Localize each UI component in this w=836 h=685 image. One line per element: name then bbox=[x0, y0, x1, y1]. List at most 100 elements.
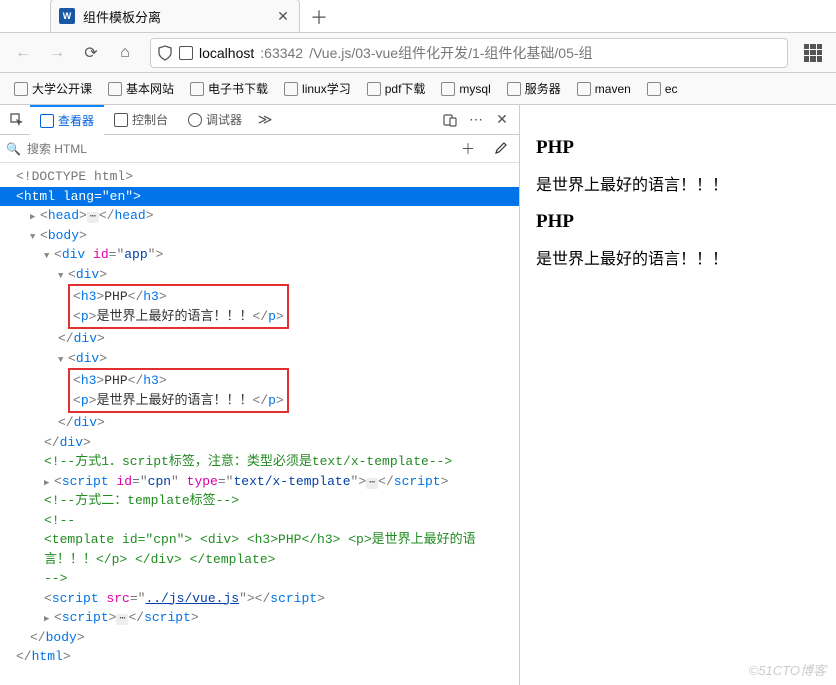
reload-button[interactable]: ⟳ bbox=[76, 38, 106, 68]
bookmark-item[interactable]: ec bbox=[641, 80, 684, 98]
devtools-search-bar: 🔍 ＋ bbox=[0, 135, 519, 163]
devtools-close-icon[interactable]: ✕ bbox=[489, 107, 515, 133]
tab-favicon-icon: W bbox=[59, 8, 75, 24]
bookmark-item[interactable]: 服务器 bbox=[501, 78, 567, 99]
home-button[interactable]: ⌂ bbox=[110, 38, 140, 68]
dom-node-script[interactable]: ▶<script>⋯</script> bbox=[0, 608, 519, 628]
browser-navbar: ← → ⟳ ⌂ localhost :63342/Vue.js/03-vue组件化… bbox=[0, 33, 836, 73]
tab-inspector-label: 查看器 bbox=[58, 112, 94, 129]
ellipsis-icon[interactable]: ⋯ bbox=[366, 478, 378, 489]
dom-node-head[interactable]: ▶<head>⋯</head> bbox=[0, 206, 519, 226]
preview-paragraph-1: 是世界上最好的语言！！！ bbox=[536, 171, 820, 195]
eyedropper-icon[interactable] bbox=[487, 136, 513, 162]
page-preview: PHP 是世界上最好的语言！！！ PHP 是世界上最好的语言！！！ bbox=[520, 105, 836, 685]
forward-button[interactable]: → bbox=[42, 38, 72, 68]
overflow-icon[interactable]: ≫ bbox=[252, 107, 278, 133]
new-tab-button[interactable]: ＋ bbox=[304, 2, 334, 32]
comment-tpl-1: <template id="cpn"> <div> <h3>PHP</h3> <… bbox=[44, 532, 476, 547]
comment-2: <!--方式二：template标签--> bbox=[44, 493, 239, 508]
search-icon: 🔍 bbox=[6, 142, 21, 156]
tab-debugger-label: 调试器 bbox=[206, 111, 242, 128]
folder-icon bbox=[647, 82, 661, 96]
add-node-icon[interactable]: ＋ bbox=[455, 136, 481, 162]
bookmark-label: maven bbox=[595, 82, 631, 96]
dom-node-app[interactable]: ▼<div id="app"> bbox=[0, 245, 519, 265]
bookmark-item[interactable]: pdf下载 bbox=[361, 78, 432, 99]
url-port: :63342 bbox=[260, 45, 303, 61]
close-icon[interactable]: ✕ bbox=[275, 8, 291, 24]
comment-tpl-2: 言！！！</p> </div> </template> bbox=[44, 552, 275, 567]
folder-icon bbox=[284, 82, 298, 96]
qr-icon[interactable] bbox=[798, 38, 828, 68]
tab-console-label: 控制台 bbox=[132, 111, 168, 128]
shield-icon[interactable] bbox=[157, 45, 173, 61]
dom-highlighted-2[interactable]: <h3>PHP</h3><p>是世界上最好的语言！！！</p> bbox=[0, 368, 519, 413]
bookmark-item[interactable]: 大学公开课 bbox=[8, 78, 98, 99]
dom-node-script-vue[interactable]: <script src="../js/vue.js"></script> bbox=[0, 589, 519, 609]
dom-node-html[interactable]: <html lang="en"> bbox=[0, 187, 519, 207]
preview-heading-1: PHP bbox=[536, 137, 820, 159]
folder-icon bbox=[108, 82, 122, 96]
folder-icon bbox=[367, 82, 381, 96]
ellipsis-icon[interactable]: ⋯ bbox=[116, 614, 128, 625]
dom-node-div2[interactable]: ▼<div> bbox=[0, 349, 519, 369]
bookmark-label: 电子书下载 bbox=[208, 80, 268, 97]
bookmarks-bar: 大学公开课 基本网站 电子书下载 linux学习 pdf下载 mysql 服务器 maven e… bbox=[0, 73, 836, 105]
dom-node-html-close[interactable]: </html> bbox=[0, 647, 519, 667]
twisty-icon[interactable]: ▼ bbox=[44, 250, 54, 264]
dom-node-body[interactable]: ▼<body> bbox=[0, 226, 519, 246]
lock-icon[interactable] bbox=[179, 46, 193, 60]
bookmark-label: mysql bbox=[459, 82, 490, 96]
back-button[interactable]: ← bbox=[8, 38, 38, 68]
bookmark-label: 基本网站 bbox=[126, 80, 174, 97]
dom-node-div2-close[interactable]: </div> bbox=[0, 413, 519, 433]
folder-icon bbox=[507, 82, 521, 96]
folder-icon bbox=[577, 82, 591, 96]
comment-open: <!-- bbox=[44, 513, 75, 528]
tab-title: 组件模板分离 bbox=[83, 7, 267, 26]
debugger-icon bbox=[188, 113, 202, 127]
doctype: <!DOCTYPE html> bbox=[16, 169, 133, 184]
url-bar[interactable]: localhost :63342/Vue.js/03-vue组件化开发/1-组件化… bbox=[150, 38, 788, 68]
bookmark-item[interactable]: linux学习 bbox=[278, 78, 357, 99]
responsive-icon[interactable] bbox=[437, 107, 463, 133]
bookmark-item[interactable]: 基本网站 bbox=[102, 78, 180, 99]
dom-node-app-close[interactable]: </div> bbox=[0, 433, 519, 453]
dom-node-div-close[interactable]: </div> bbox=[0, 329, 519, 349]
watermark: ©51CTO博客 bbox=[749, 660, 826, 679]
bookmark-label: linux学习 bbox=[302, 80, 351, 97]
twisty-icon[interactable]: ▼ bbox=[30, 231, 40, 245]
bookmark-label: 服务器 bbox=[525, 80, 561, 97]
browser-tab-strip: W 组件模板分离 ✕ ＋ bbox=[0, 0, 836, 33]
bookmark-label: ec bbox=[665, 82, 678, 96]
dom-node-body-close[interactable]: </body> bbox=[0, 628, 519, 648]
twisty-icon[interactable]: ▶ bbox=[44, 613, 54, 627]
comment-close: --> bbox=[44, 571, 67, 586]
dom-node-div[interactable]: ▼<div> bbox=[0, 265, 519, 285]
tab-console[interactable]: 控制台 bbox=[104, 105, 178, 135]
twisty-icon[interactable]: ▶ bbox=[44, 477, 54, 491]
url-host: localhost bbox=[199, 45, 254, 61]
bookmark-item[interactable]: maven bbox=[571, 80, 637, 98]
inspector-icon bbox=[40, 114, 54, 128]
twisty-icon[interactable]: ▼ bbox=[58, 354, 68, 368]
folder-icon bbox=[190, 82, 204, 96]
browser-tab[interactable]: W 组件模板分离 ✕ bbox=[50, 0, 300, 32]
bookmark-label: pdf下载 bbox=[385, 80, 426, 97]
folder-icon bbox=[14, 82, 28, 96]
bookmark-item[interactable]: 电子书下载 bbox=[184, 78, 274, 99]
kebab-icon[interactable]: ⋯ bbox=[463, 107, 489, 133]
twisty-icon[interactable]: ▼ bbox=[58, 270, 68, 284]
search-input[interactable] bbox=[27, 142, 449, 156]
dom-node-script-tpl[interactable]: ▶<script id="cpn" type="text/x-template"… bbox=[0, 472, 519, 492]
bookmark-item[interactable]: mysql bbox=[435, 80, 496, 98]
ellipsis-icon[interactable]: ⋯ bbox=[87, 212, 99, 223]
tab-debugger[interactable]: 调试器 bbox=[178, 105, 252, 135]
url-path: /Vue.js/03-vue组件化开发/1-组件化基础/05-组 bbox=[309, 43, 592, 63]
dom-highlighted-1[interactable]: <h3>PHP</h3><p>是世界上最好的语言！！！</p> bbox=[0, 284, 519, 329]
inspect-element-icon[interactable] bbox=[4, 107, 30, 133]
twisty-icon[interactable]: ▶ bbox=[30, 211, 40, 225]
dom-tree[interactable]: <!DOCTYPE html> <html lang="en"> ▶<head>… bbox=[0, 163, 519, 685]
tab-inspector[interactable]: 查看器 bbox=[30, 105, 104, 135]
folder-icon bbox=[441, 82, 455, 96]
